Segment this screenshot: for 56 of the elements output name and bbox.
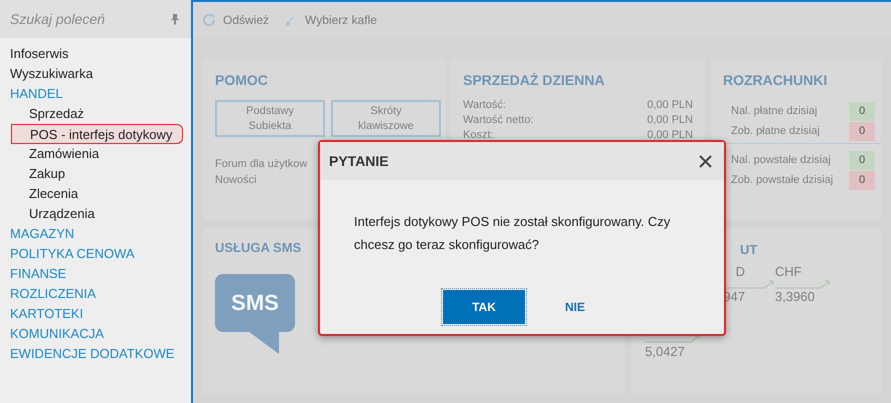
sidebar-group[interactable]: FINANSE: [10, 264, 66, 284]
sales-label: Wartość:: [463, 98, 506, 113]
sidebar-item[interactable]: Zlecenia: [19, 184, 78, 204]
sidebar-item[interactable]: Wyszukiwarka: [10, 64, 93, 84]
settlement-label: Nal. powstałe dzisiaj: [731, 152, 832, 168]
brush-icon: [283, 12, 300, 28]
search-bar[interactable]: Szukaj poleceń: [0, 0, 191, 38]
settlement-label: Zob. powstałe dzisiaj: [731, 172, 834, 188]
pin-icon[interactable]: [169, 13, 181, 25]
count-badge: 0: [849, 150, 875, 170]
tile-title: POMOC: [215, 71, 268, 90]
trend-arrow-icon: [775, 278, 831, 288]
currency-rate: 5,0427: [645, 342, 686, 360]
yes-button[interactable]: TAK: [442, 290, 525, 324]
sales-label: Wartość netto:: [463, 113, 534, 128]
refresh-icon: [201, 12, 217, 28]
help-button[interactable]: Podstawy Subiekta: [215, 100, 325, 137]
tile-title: ROZRACHUNKI: [723, 71, 828, 90]
dialog-message: Interfejs dotykowy POS nie został skonfigurowany. Czy chcesz go teraz skonfigurować?: [353, 213, 672, 254]
sidebar-group[interactable]: EWIDENCJE DODATKOWE: [10, 344, 174, 364]
currency-code: D: [736, 264, 746, 278]
tile-title: UT: [740, 241, 758, 259]
count-badge: 0: [849, 122, 875, 140]
tile-title: USŁUGA SMS: [215, 239, 302, 257]
sidebar-item[interactable]: Infoserwis: [10, 44, 69, 64]
sidebar-item[interactable]: Sprzedaż: [19, 104, 84, 124]
sales-value: 0,00 PLN: [647, 113, 693, 128]
sidebar-item[interactable]: POS - interfejs dotykowy: [11, 124, 183, 144]
sales-value: 0,00 PLN: [647, 128, 693, 143]
help-button[interactable]: Skróty klawiszowe: [331, 100, 441, 137]
sidebar-group[interactable]: KOMUNIKACJA: [10, 324, 104, 344]
count-badge: 0: [849, 102, 875, 120]
refresh-button[interactable]: Odśwież: [201, 11, 270, 29]
currency-rate: 3,3960: [775, 288, 816, 304]
settlement-label: Nal. płatne dzisiaj: [731, 104, 818, 119]
search-field[interactable]: Szukaj poleceń: [10, 8, 160, 30]
sales-label: Koszt:: [463, 128, 494, 143]
close-icon[interactable]: [699, 154, 712, 168]
sidebar-group[interactable]: HANDEL: [10, 84, 63, 104]
tile-title: SPRZEDAŻ DZIENNA: [463, 71, 605, 90]
sidebar-item[interactable]: Zakup: [19, 164, 66, 184]
sidebar-group[interactable]: ROZLICZENIA: [10, 284, 96, 304]
sidebar-item[interactable]: Zamówienia: [19, 144, 100, 164]
sidebar-group[interactable]: MAGAZYN: [10, 224, 74, 244]
count-badge: 0: [849, 170, 875, 190]
settlement-label: Zob. płatne dzisiaj: [731, 124, 821, 139]
currency-code: CHF: [775, 264, 803, 278]
sales-value: 0,00 PLN: [647, 98, 693, 113]
help-link[interactable]: Forum dla użytkow: [215, 156, 308, 172]
dialog-title: PYTANIE: [329, 152, 389, 170]
help-link[interactable]: Nowości: [215, 172, 257, 188]
sidebar-group[interactable]: POLITYKA CENOWA: [10, 244, 134, 264]
sidebar-group[interactable]: KARTOTEKI: [10, 304, 84, 324]
choose-tiles-button[interactable]: Wybierz kafle: [283, 11, 377, 29]
sidebar-item[interactable]: Urządzenia: [19, 204, 95, 224]
no-button[interactable]: NIE: [560, 290, 589, 324]
